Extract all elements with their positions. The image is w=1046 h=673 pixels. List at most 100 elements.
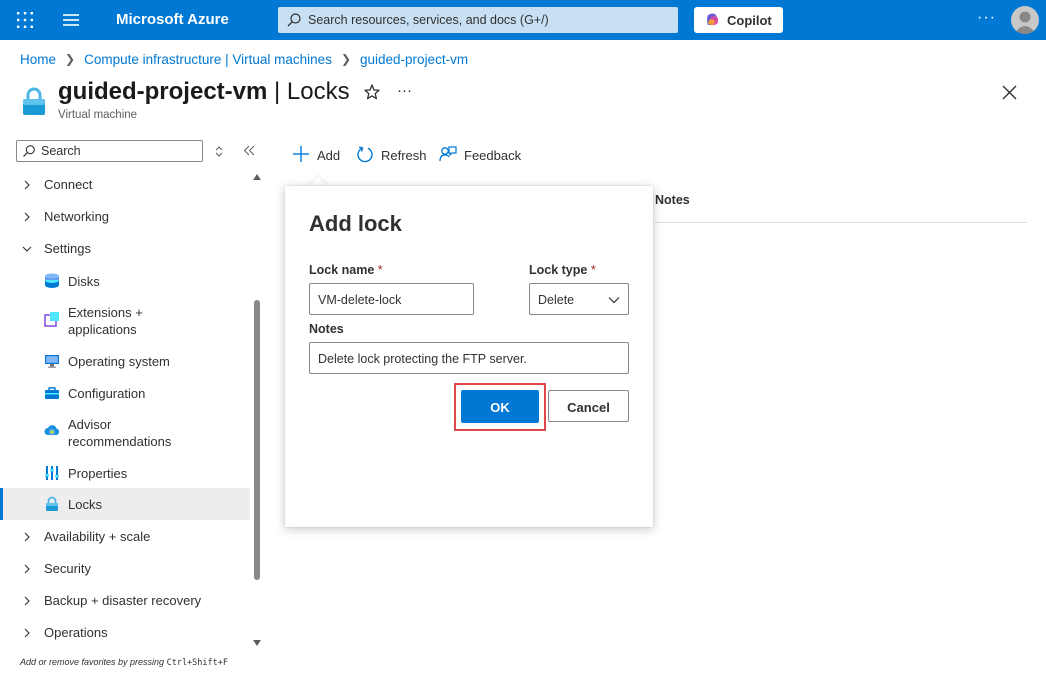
sidebar-item-connect[interactable]: Connect: [0, 168, 250, 200]
sidebar-item-label: Operating system: [68, 354, 170, 369]
sidebar-item-label: Locks: [68, 497, 102, 512]
user-icon: [1014, 11, 1036, 34]
sidebar-item-label: Availability + scale: [44, 529, 151, 544]
add-button[interactable]: Add: [292, 145, 344, 165]
sidebar-search-placeholder: Search: [41, 144, 81, 158]
sidebar-item-settings[interactable]: Settings: [0, 232, 250, 264]
page-title: guided-project-vm | Locks: [58, 78, 350, 105]
scroll-up-icon[interactable]: [253, 174, 261, 180]
global-search-placeholder: Search resources, services, and docs (G+…: [308, 13, 549, 27]
search-icon: [23, 145, 35, 157]
breadcrumb-home[interactable]: Home: [20, 52, 56, 67]
sidebar-item-security[interactable]: Security: [0, 552, 250, 584]
sidebar-item-operating-system[interactable]: Operating system: [0, 345, 250, 377]
sidebar-item-extensions[interactable]: Extensions + applications: [0, 297, 250, 337]
breadcrumb-vm[interactable]: guided-project-vm: [360, 52, 468, 67]
sidebar-item-label: Backup + disaster recovery: [44, 593, 202, 608]
breadcrumb: Home ❯ Compute infrastructure | Virtual ma…: [20, 51, 468, 67]
ok-button[interactable]: OK: [461, 390, 539, 423]
ok-label: OK: [490, 400, 510, 415]
chevron-right-icon: [24, 564, 30, 574]
chevron-right-icon: [24, 212, 30, 222]
sidebar-item-disks[interactable]: Disks: [0, 265, 250, 297]
copilot-label: Copilot: [727, 13, 772, 28]
global-search-input[interactable]: Search resources, services, and docs (G+…: [278, 7, 678, 33]
advisor-icon: [44, 425, 60, 436]
lock-name-input[interactable]: VM-delete-lock: [309, 283, 474, 315]
table-column-notes[interactable]: Notes: [655, 193, 690, 207]
add-label: Add: [317, 148, 341, 163]
sidebar-item-locks[interactable]: Locks: [0, 488, 250, 520]
notes-input[interactable]: Delete lock protecting the FTP server.: [309, 342, 629, 374]
dialog-title: Add lock: [309, 211, 402, 236]
more-actions-icon[interactable]: ···: [397, 82, 412, 99]
close-icon[interactable]: [1002, 85, 1017, 100]
sidebar-item-label: Configuration: [68, 386, 146, 401]
sidebar-item-operations[interactable]: Operations: [0, 616, 250, 648]
sidebar-item-label: Disks: [68, 274, 100, 289]
chevron-down-icon: [608, 297, 620, 304]
add-lock-dialog: Add lock Lock name * VM-delete-lock Lock…: [285, 186, 653, 527]
lock-name-label: Lock name *: [309, 263, 383, 277]
chevron-right-icon: [24, 628, 30, 638]
sidebar-item-availability[interactable]: Availability + scale: [0, 520, 250, 552]
avatar[interactable]: [1011, 6, 1039, 34]
chevron-right-icon: [24, 532, 30, 542]
lock-type-label: Lock type *: [529, 263, 596, 277]
chevron-right-icon: ❯: [340, 52, 352, 67]
favorites-hint: Add or remove favorites by pressing Ctrl…: [20, 657, 229, 668]
chevron-right-icon: [24, 596, 30, 606]
plus-icon: [293, 146, 309, 162]
search-icon: [287, 13, 301, 27]
cancel-label: Cancel: [567, 400, 610, 415]
app-launcher-icon[interactable]: [16, 11, 34, 29]
refresh-label: Refresh: [381, 148, 427, 163]
chevron-right-icon: [24, 180, 30, 190]
lock-name-value: VM-delete-lock: [318, 293, 402, 307]
sidebar-item-networking[interactable]: Networking: [0, 200, 250, 232]
sidebar-scrollbar[interactable]: [252, 174, 262, 648]
properties-icon: [45, 466, 59, 480]
sidebar-search-input[interactable]: Search: [16, 140, 203, 162]
favorite-star-icon[interactable]: [363, 83, 381, 101]
feedback-label: Feedback: [464, 148, 522, 163]
scroll-down-icon[interactable]: [253, 640, 261, 646]
sidebar-item-configuration[interactable]: Configuration: [0, 377, 250, 409]
feedback-icon: [439, 146, 457, 162]
sidebar-item-advisor[interactable]: Advisor recommendations: [0, 409, 250, 449]
lock-icon: [46, 496, 58, 511]
lock-type-value: Delete: [538, 293, 575, 307]
toolbox-icon: [45, 387, 59, 399]
sidebar-item-properties[interactable]: Properties: [0, 457, 250, 489]
chevron-down-icon: [22, 246, 32, 252]
sidebar-item-label: Settings: [44, 241, 91, 256]
collapse-sidebar-icon[interactable]: [243, 145, 255, 156]
scrollbar-thumb[interactable]: [254, 300, 260, 580]
copilot-button[interactable]: Copilot: [694, 7, 783, 33]
chevron-right-icon: ❯: [65, 52, 76, 67]
sidebar-item-label: Connect: [44, 177, 93, 192]
notes-label: Notes: [309, 322, 344, 336]
sidebar-item-label-line2: applications: [68, 322, 137, 337]
sidebar-item-label: Properties: [68, 466, 128, 481]
portal-menu-icon[interactable]: [63, 13, 79, 27]
refresh-button[interactable]: Refresh: [356, 145, 428, 165]
extensions-icon: [44, 312, 59, 327]
lock-type-select[interactable]: Delete: [529, 283, 629, 315]
cancel-button[interactable]: Cancel: [548, 390, 629, 422]
top-bar: Microsoft Azure Search resources, servic…: [0, 0, 1046, 40]
sidebar-item-backup[interactable]: Backup + disaster recovery: [0, 584, 250, 616]
settings-more-icon[interactable]: ···: [977, 9, 996, 27]
breadcrumb-virtual-machines[interactable]: Compute infrastructure | Virtual machine…: [84, 52, 332, 67]
refresh-icon: [357, 146, 373, 163]
table-header-divider: [655, 222, 1027, 223]
brand-title[interactable]: Microsoft Azure: [116, 11, 229, 28]
sidebar-item-label: Security: [44, 561, 91, 576]
lock-icon: [23, 87, 45, 115]
monitor-icon: [45, 355, 59, 368]
sidebar-item-label: Operations: [44, 625, 108, 640]
disks-icon: [45, 273, 59, 288]
feedback-button[interactable]: Feedback: [439, 145, 521, 165]
page-subtitle: Virtual machine: [58, 109, 138, 121]
sort-updown-icon[interactable]: [214, 146, 224, 157]
